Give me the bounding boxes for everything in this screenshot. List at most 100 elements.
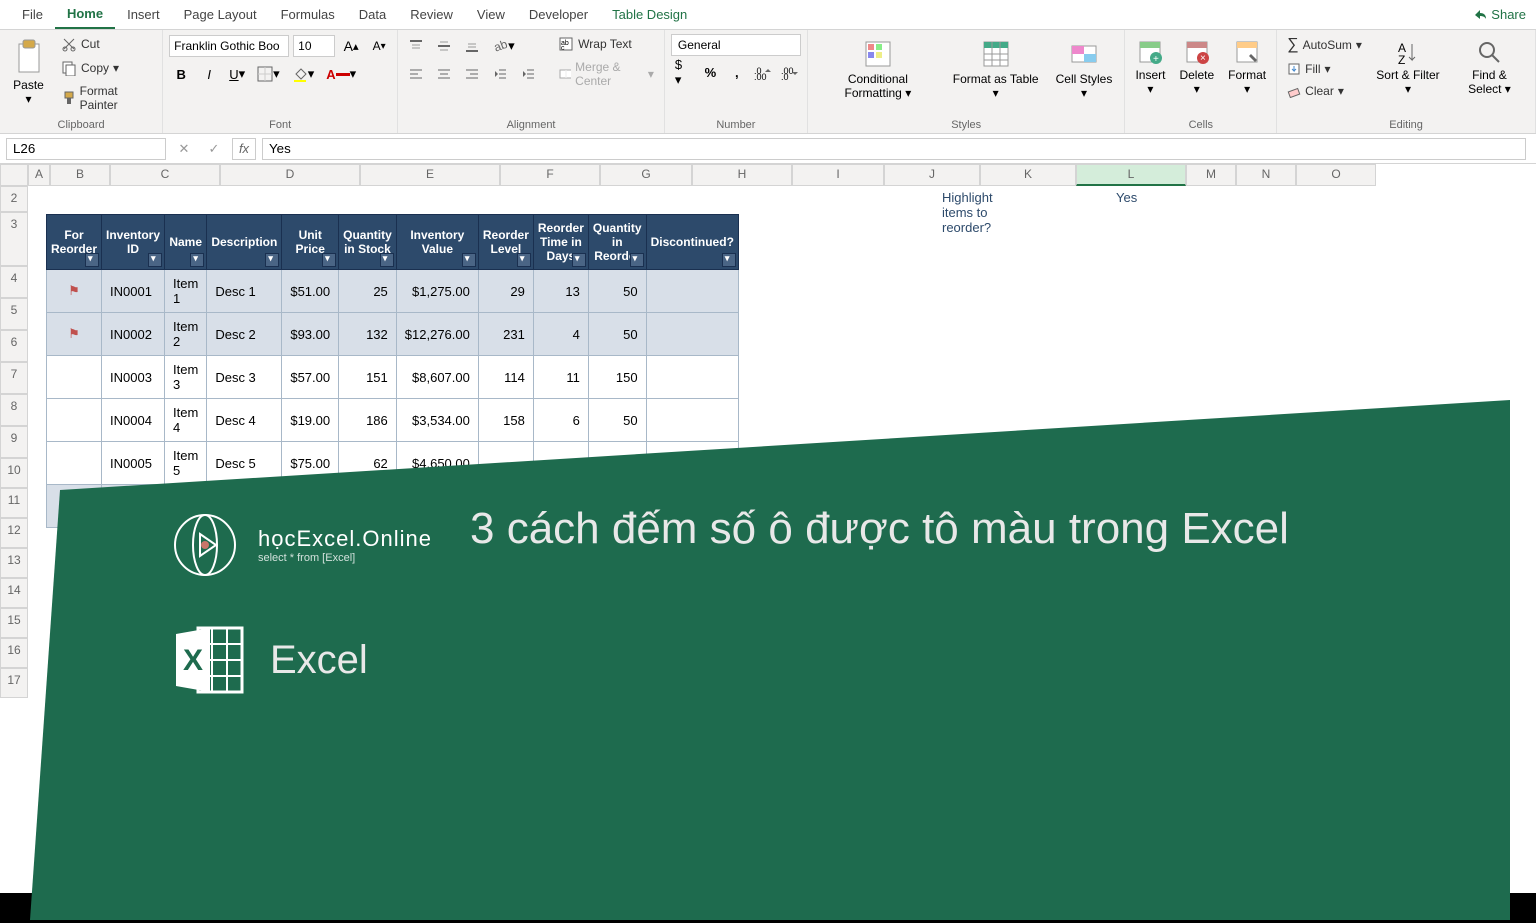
table-cell[interactable]: 50: [588, 270, 646, 313]
table-cell[interactable]: $12,276.00: [396, 313, 478, 356]
increase-font-button[interactable]: A▴: [339, 34, 363, 58]
table-cell[interactable]: 11: [533, 356, 588, 399]
table-cell[interactable]: $8,607.00: [396, 356, 478, 399]
table-row[interactable]: ⚑IN0001Item 1Desc 1$51.0025$1,275.002913…: [47, 270, 739, 313]
table-cell[interactable]: $57.00: [282, 356, 339, 399]
col-header-K[interactable]: K: [980, 164, 1076, 186]
col-header-D[interactable]: D: [220, 164, 360, 186]
table-cell[interactable]: 29: [478, 270, 533, 313]
table-header[interactable]: Quantity in Stock: [339, 215, 397, 270]
table-cell[interactable]: 132: [339, 313, 397, 356]
tab-review[interactable]: Review: [398, 1, 465, 28]
table-cell[interactable]: IN0001: [102, 270, 165, 313]
col-header-E[interactable]: E: [360, 164, 500, 186]
col-header-H[interactable]: H: [692, 164, 792, 186]
filter-icon[interactable]: [722, 253, 736, 267]
sort-filter-button[interactable]: AZSort & Filter ▾: [1372, 34, 1444, 101]
col-header-F[interactable]: F: [500, 164, 600, 186]
tab-page-layout[interactable]: Page Layout: [172, 1, 269, 28]
formula-bar[interactable]: [262, 138, 1526, 160]
italic-button[interactable]: I: [197, 62, 221, 86]
table-cell[interactable]: 13: [533, 270, 588, 313]
row-header-15[interactable]: 15: [0, 608, 28, 638]
select-all-corner[interactable]: [0, 164, 28, 186]
align-top-button[interactable]: [404, 34, 428, 58]
name-box[interactable]: [6, 138, 166, 160]
clear-button[interactable]: Clear ▾: [1283, 82, 1366, 100]
col-header-I[interactable]: I: [792, 164, 884, 186]
col-header-O[interactable]: O: [1296, 164, 1376, 186]
decrease-indent-button[interactable]: [488, 62, 512, 86]
tab-formulas[interactable]: Formulas: [269, 1, 347, 28]
row-header-11[interactable]: 11: [0, 488, 28, 518]
row-header-16[interactable]: 16: [0, 638, 28, 668]
row-header-7[interactable]: 7: [0, 362, 28, 394]
table-header[interactable]: Inventory Value: [396, 215, 478, 270]
tab-developer[interactable]: Developer: [517, 1, 600, 28]
enter-formula-button[interactable]: ✓: [202, 137, 226, 161]
autosum-button[interactable]: ∑AutoSum ▾: [1283, 34, 1366, 56]
table-cell[interactable]: 4: [533, 313, 588, 356]
row-header-12[interactable]: 12: [0, 518, 28, 548]
percent-button[interactable]: %: [699, 60, 721, 84]
align-right-button[interactable]: [460, 62, 484, 86]
table-cell[interactable]: $1,275.00: [396, 270, 478, 313]
table-cell[interactable]: Item 2: [165, 313, 207, 356]
filter-icon[interactable]: [517, 253, 531, 267]
filter-icon[interactable]: [190, 253, 204, 267]
tab-home[interactable]: Home: [55, 0, 115, 29]
decrease-decimal-button[interactable]: .00.0: [778, 60, 800, 84]
table-cell[interactable]: $51.00: [282, 270, 339, 313]
borders-button[interactable]: ▾: [253, 62, 284, 86]
decrease-font-button[interactable]: A▾: [367, 34, 391, 58]
table-row[interactable]: IN0003Item 3Desc 3$57.00151$8,607.001141…: [47, 356, 739, 399]
increase-indent-button[interactable]: [516, 62, 540, 86]
filter-icon[interactable]: [380, 253, 394, 267]
table-cell[interactable]: IN0002: [102, 313, 165, 356]
row-header-13[interactable]: 13: [0, 548, 28, 578]
col-header-J[interactable]: J: [884, 164, 980, 186]
row-header-8[interactable]: 8: [0, 394, 28, 426]
table-header[interactable]: Description: [207, 215, 282, 270]
insert-cells-button[interactable]: +Insert▾: [1131, 34, 1169, 101]
table-cell[interactable]: 114: [478, 356, 533, 399]
table-header[interactable]: For Reorder: [47, 215, 102, 270]
cancel-formula-button[interactable]: ✕: [172, 137, 196, 161]
row-header-4[interactable]: 4: [0, 266, 28, 298]
table-header[interactable]: Inventory ID: [102, 215, 165, 270]
accounting-button[interactable]: $ ▾: [671, 60, 695, 84]
find-select-button[interactable]: Find & Select ▾: [1450, 34, 1529, 101]
tab-file[interactable]: File: [10, 1, 55, 28]
table-cell[interactable]: [646, 313, 738, 356]
row-header-9[interactable]: 9: [0, 426, 28, 458]
table-cell[interactable]: $93.00: [282, 313, 339, 356]
copy-button[interactable]: Copy ▾: [57, 58, 156, 78]
table-cell[interactable]: Item 1: [165, 270, 207, 313]
font-name-select[interactable]: [169, 35, 289, 57]
orientation-button[interactable]: ab ▾: [488, 34, 519, 58]
col-header-C[interactable]: C: [110, 164, 220, 186]
table-header[interactable]: Reorder Level: [478, 215, 533, 270]
conditional-formatting-button[interactable]: Conditional Formatting ▾: [814, 34, 942, 105]
row-header-2[interactable]: 2: [0, 186, 28, 212]
fill-button[interactable]: Fill ▾: [1283, 60, 1366, 78]
table-header[interactable]: Unit Price: [282, 215, 339, 270]
table-cell[interactable]: Desc 2: [207, 313, 282, 356]
table-cell[interactable]: [646, 270, 738, 313]
font-size-select[interactable]: [293, 35, 335, 57]
row-header-5[interactable]: 5: [0, 298, 28, 330]
table-cell[interactable]: 25: [339, 270, 397, 313]
table-header[interactable]: Name: [165, 215, 207, 270]
align-left-button[interactable]: [404, 62, 428, 86]
col-header-N[interactable]: N: [1236, 164, 1296, 186]
filter-icon[interactable]: [85, 253, 99, 267]
table-cell[interactable]: Desc 1: [207, 270, 282, 313]
table-cell[interactable]: [47, 356, 102, 399]
font-color-button[interactable]: A ▾: [322, 62, 360, 86]
tab-table-design[interactable]: Table Design: [600, 1, 699, 28]
row-header-3[interactable]: 3: [0, 212, 28, 266]
table-cell[interactable]: ⚑: [47, 270, 102, 313]
col-header-G[interactable]: G: [600, 164, 692, 186]
table-cell[interactable]: 150: [588, 356, 646, 399]
row-header-10[interactable]: 10: [0, 458, 28, 488]
